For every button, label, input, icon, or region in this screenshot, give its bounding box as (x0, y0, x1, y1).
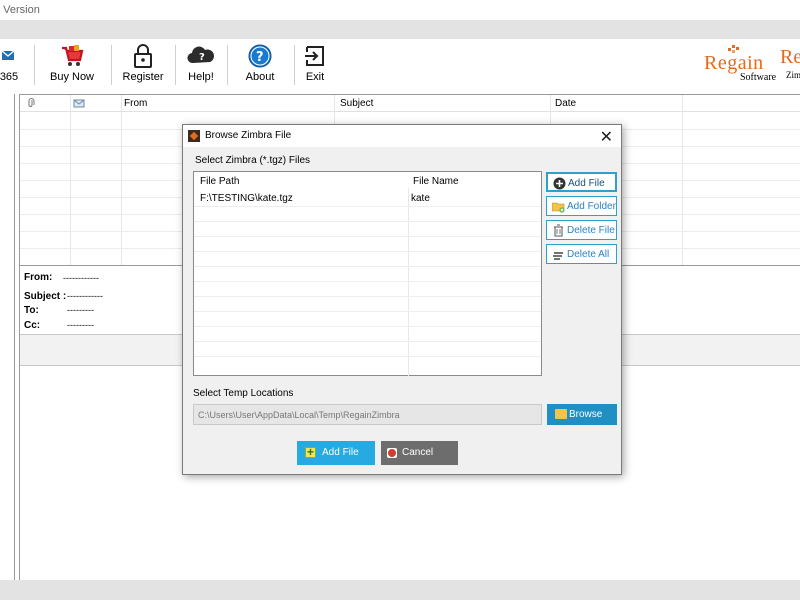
subject-value: ------------ (67, 291, 103, 301)
about-label: About (245, 71, 275, 83)
buy-now-button[interactable]: Buy Now (48, 43, 96, 89)
cancel-label: Cancel (402, 447, 434, 458)
select-files-label: Select Zimbra (*.tgz) Files (195, 155, 311, 166)
list-row-line (194, 251, 541, 252)
svg-text:?: ? (256, 50, 264, 65)
toolbar: 365 Buy Now Register ? Help! ? About Exi… (0, 39, 800, 91)
toolbar-separator (34, 45, 35, 85)
help-label: Help! (188, 71, 214, 83)
toolbar-separator (175, 45, 176, 85)
subject-label: Subject : (24, 291, 67, 302)
list-row-line (194, 221, 541, 222)
add-file-button[interactable]: Add File (297, 441, 375, 465)
exit-label: Exit (305, 71, 325, 83)
help-cloud-icon: ? (187, 46, 214, 64)
temp-location-label: Select Temp Locations (193, 388, 294, 399)
from-label: From: (24, 272, 53, 283)
delete-file-button[interactable]: Delete File (546, 220, 617, 240)
cc-value: --------- (67, 320, 94, 330)
add-file-label: Add File (322, 447, 359, 458)
cancel-button[interactable]: Cancel (381, 441, 458, 465)
list-row-line (194, 341, 541, 342)
window-title-bar: o Version (0, 0, 800, 20)
svg-text:?: ? (199, 52, 205, 63)
column-file-name[interactable]: File Name (413, 176, 459, 187)
add-folder-label: Add Folder (567, 201, 616, 212)
office365-button[interactable]: 365 (0, 43, 22, 89)
to-label: To: (24, 305, 39, 316)
list-divider (408, 188, 409, 376)
product-logo: Re Zim (780, 46, 800, 80)
file-name-cell[interactable]: kate (411, 193, 430, 204)
temp-location-field[interactable]: C:\Users\User\AppData\Local\Temp\RegainZ… (193, 404, 542, 425)
cc-label: Cc: (24, 320, 41, 331)
list-row-line (194, 296, 541, 297)
buy-now-label: Buy Now (49, 71, 95, 83)
shopping-cart-icon (62, 45, 84, 66)
list-row-line (194, 236, 541, 237)
delete-all-icon (553, 252, 563, 260)
logo-software: Software (740, 72, 777, 83)
list-row-line (194, 206, 541, 207)
from-value: ------------ (63, 273, 99, 283)
toolbar-separator (227, 45, 228, 85)
column-subject[interactable]: Subject (340, 98, 373, 109)
window-title: o Version (0, 4, 40, 16)
menu-bar (0, 20, 800, 39)
list-row-line (194, 326, 541, 327)
app-icon (188, 130, 200, 142)
help-button[interactable]: ? Help! (185, 43, 217, 89)
trash-icon (554, 224, 563, 237)
folder-add-icon (552, 202, 565, 213)
to-value: --------- (67, 305, 94, 315)
file-path-cell[interactable]: F:\TESTING\kate.tgz (200, 193, 293, 204)
product-logo-sub: Zim (786, 70, 800, 80)
office365-label: 365 (0, 71, 19, 83)
exit-icon (305, 46, 324, 66)
toolbar-separator (294, 45, 295, 85)
column-date[interactable]: Date (555, 98, 576, 109)
browse-label: Browse (569, 409, 603, 420)
column-file-path[interactable]: File Path (200, 176, 239, 187)
add-circle-icon (553, 177, 566, 190)
read-status-icon (73, 99, 85, 108)
column-from[interactable]: From (124, 98, 147, 109)
file-list[interactable]: File Path File Name F:\TESTING\kate.tgz … (193, 171, 542, 376)
dialog-title: Browse Zimbra File (205, 130, 292, 141)
register-button[interactable]: Register (122, 43, 164, 89)
browse-zimbra-dialog: Browse Zimbra File ✕ Select Zimbra (*.tg… (182, 124, 622, 475)
list-row-line (194, 281, 541, 282)
add-folder-button[interactable]: Add Folder (546, 196, 617, 216)
product-logo-text: Re (780, 46, 800, 68)
close-icon[interactable]: ✕ (600, 127, 613, 147)
add-file-side-label: Add File (568, 178, 605, 189)
dialog-title-bar: Browse Zimbra File ✕ (183, 125, 621, 147)
delete-all-label: Delete All (567, 249, 610, 260)
register-label: Register (122, 71, 164, 83)
list-row-line (194, 356, 541, 357)
exit-button[interactable]: Exit (302, 43, 328, 89)
delete-file-label: Delete File (567, 225, 615, 236)
browse-button[interactable]: Browse (547, 404, 617, 425)
list-row-line (194, 266, 541, 267)
lock-icon (134, 44, 152, 68)
list-row-line (194, 311, 541, 312)
status-bar (0, 580, 800, 600)
attachment-icon (28, 98, 35, 107)
toolbar-separator (111, 45, 112, 85)
folder-tree-panel[interactable] (0, 94, 15, 580)
folder-open-icon (555, 409, 567, 419)
info-question-icon: ? (248, 44, 272, 68)
about-button[interactable]: ? About (241, 43, 279, 89)
delete-all-button[interactable]: Delete All (546, 244, 617, 264)
add-icon (305, 445, 316, 459)
mail-icon (2, 50, 15, 60)
message-list-header: From Subject Date (20, 95, 800, 112)
add-file-side-button[interactable]: Add File (546, 172, 617, 192)
cancel-icon (387, 448, 397, 458)
